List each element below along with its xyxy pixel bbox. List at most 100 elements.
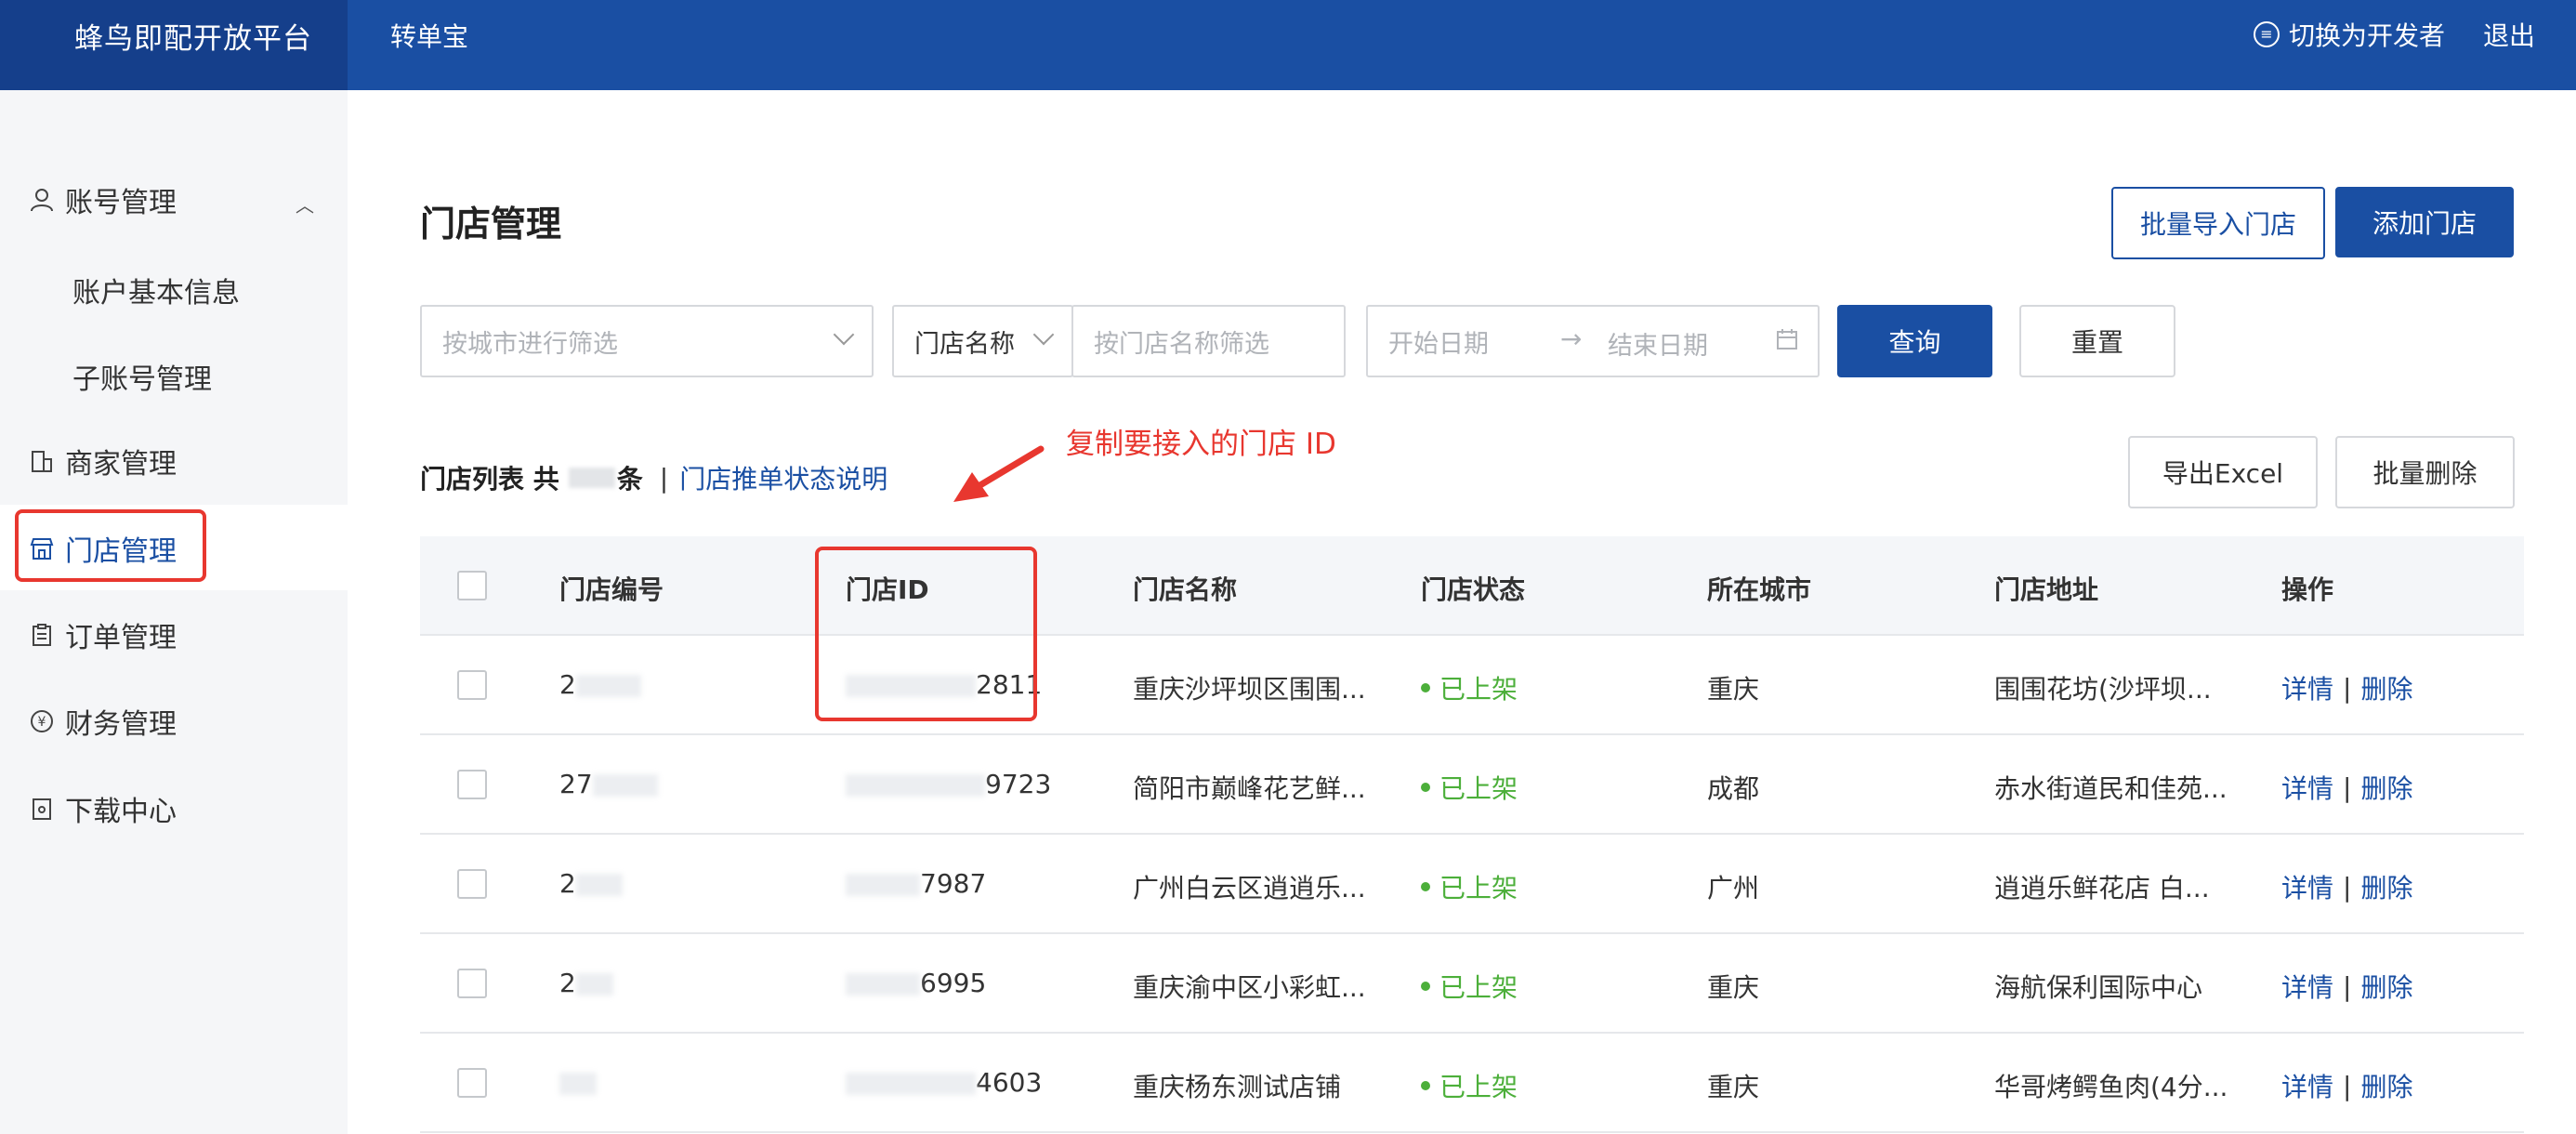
- city-filter-placeholder: 按城市进行筛选: [442, 329, 618, 359]
- store-id-cell[interactable]: 4603: [846, 1067, 1042, 1098]
- store-name-input[interactable]: 按门店名称筛选: [1071, 305, 1346, 377]
- status-dot-icon: [1421, 683, 1430, 692]
- download-icon: [28, 795, 56, 823]
- push-status-help-link[interactable]: 门店推单状态说明: [679, 459, 887, 496]
- top-header: 蜂鸟即配开放平台 转单宝 ≡ 切换为开发者 退出: [0, 0, 2576, 90]
- chevron-up-icon[interactable]: ︿: [296, 191, 314, 218]
- row-actions: 详情 | 删除: [2281, 1067, 2412, 1104]
- delete-link[interactable]: 删除: [2360, 968, 2412, 1005]
- table-row: 2 6995 重庆渝中区小彩虹... 已上架 重庆 海航保利国际中心 详情 | …: [420, 934, 2524, 1034]
- store-name-cell: 简阳市巅峰花艺鲜...: [1133, 773, 1366, 804]
- row-checkbox[interactable]: [457, 670, 487, 700]
- switch-developer-label: 切换为开发者: [2289, 20, 2446, 51]
- chevron-down-icon: [1032, 323, 1055, 346]
- store-id-cell[interactable]: 9723: [846, 769, 1051, 799]
- store-icon: [28, 534, 56, 562]
- store-code-cell: 2: [559, 968, 613, 998]
- store-code-visible: 2: [559, 868, 576, 899]
- export-excel-button[interactable]: 导出Excel: [2128, 436, 2318, 508]
- store-status-cell: 已上架: [1421, 1067, 1518, 1104]
- reset-button[interactable]: 重置: [2019, 305, 2175, 377]
- status-label: 已上架: [1439, 773, 1518, 804]
- store-id-cell[interactable]: 7987: [846, 868, 986, 899]
- store-id-visible: 4603: [976, 1067, 1043, 1098]
- yen-icon: ¥: [28, 707, 56, 735]
- store-code-visible: 27: [559, 769, 593, 799]
- redacted-count: [568, 468, 615, 488]
- select-all-checkbox[interactable]: [457, 571, 487, 600]
- detail-link[interactable]: 详情: [2281, 769, 2333, 806]
- add-store-button[interactable]: 添加门店: [2335, 187, 2514, 257]
- delete-link[interactable]: 删除: [2360, 669, 2412, 706]
- column-header-name: 门店名称: [1133, 574, 1238, 605]
- city-filter-select[interactable]: 按城市进行筛选: [420, 305, 874, 377]
- sidebar-item-finance[interactable]: ¥ 财务管理: [28, 693, 177, 749]
- store-city-cell: 重庆: [1707, 674, 1760, 705]
- list-count-suffix: 条: [616, 464, 643, 494]
- date-range-picker[interactable]: 开始日期 → 结束日期: [1366, 305, 1820, 377]
- store-name-cell: 重庆杨东测试店铺: [1133, 1072, 1342, 1102]
- detail-link[interactable]: 详情: [2281, 868, 2333, 905]
- store-id-cell[interactable]: 6995: [846, 968, 986, 998]
- store-id-visible: 6995: [920, 968, 987, 998]
- action-separator: |: [2343, 771, 2352, 803]
- action-separator: |: [2343, 1070, 2352, 1101]
- detail-link[interactable]: 详情: [2281, 968, 2333, 1005]
- row-actions: 详情 | 删除: [2281, 968, 2412, 1005]
- row-checkbox[interactable]: [457, 969, 487, 998]
- query-button[interactable]: 查询: [1837, 305, 1992, 377]
- row-checkbox[interactable]: [457, 869, 487, 899]
- store-code-cell: [559, 1067, 597, 1098]
- store-status-cell: 已上架: [1421, 769, 1518, 806]
- sidebar-item-sub-accounts[interactable]: 子账号管理: [72, 356, 212, 397]
- action-separator: |: [2343, 970, 2352, 1002]
- store-code-cell: 2: [559, 868, 623, 899]
- column-header-actions: 操作: [2281, 574, 2334, 605]
- status-dot-icon: [1421, 982, 1430, 991]
- redacted-id: [846, 973, 920, 996]
- store-name-cell: 重庆渝中区小彩虹...: [1133, 972, 1366, 1003]
- nav-item-zhuandanbao[interactable]: 转单宝: [390, 17, 468, 54]
- user-icon: [28, 186, 56, 214]
- switch-developer-button[interactable]: ≡ 切换为开发者: [2254, 16, 2445, 53]
- sidebar-item-label: 商家管理: [65, 448, 177, 481]
- store-address-cell: 华哥烤鳄鱼肉(4分...: [1994, 1072, 2228, 1102]
- store-name-cell: 广州白云区逍逍乐...: [1133, 873, 1366, 903]
- store-address-cell: 赤水街道民和佳苑...: [1994, 773, 2228, 804]
- status-label: 已上架: [1439, 674, 1518, 705]
- list-count-prefix: 门店列表 共: [420, 464, 559, 494]
- row-checkbox[interactable]: [457, 1068, 487, 1098]
- detail-link[interactable]: 详情: [2281, 669, 2333, 706]
- sidebar-item-label: 门店管理: [65, 535, 177, 568]
- sidebar-item-label: 下载中心: [65, 796, 177, 828]
- sidebar-item-account[interactable]: 账号管理: [28, 172, 177, 228]
- store-id-visible: 7987: [920, 868, 987, 899]
- page-title: 门店管理: [420, 204, 562, 244]
- redacted-id: [846, 1073, 976, 1095]
- sidebar-item-downloads[interactable]: 下载中心: [28, 781, 177, 837]
- list-separator: |: [659, 462, 669, 494]
- status-dot-icon: [1421, 1081, 1430, 1090]
- store-name-cell: 重庆沙坪坝区围围...: [1133, 674, 1366, 705]
- brand-title[interactable]: 蜂鸟即配开放平台: [74, 15, 312, 57]
- sidebar-item-merchants[interactable]: 商家管理: [28, 433, 177, 489]
- sidebar-item-stores[interactable]: 门店管理: [28, 521, 177, 576]
- store-city-cell: 重庆: [1707, 972, 1760, 1003]
- name-type-select[interactable]: 门店名称: [892, 305, 1073, 377]
- sidebar-item-account-info[interactable]: 账户基本信息: [72, 270, 240, 310]
- logout-button[interactable]: 退出: [2483, 16, 2535, 53]
- store-city-cell: 重庆: [1707, 1072, 1760, 1102]
- delete-link[interactable]: 删除: [2360, 1067, 2412, 1104]
- sidebar-item-orders[interactable]: 订单管理: [28, 607, 177, 663]
- store-code-cell: 27: [559, 769, 658, 799]
- store-code-cell: 2: [559, 669, 641, 700]
- delete-link[interactable]: 删除: [2360, 868, 2412, 905]
- detail-link[interactable]: 详情: [2281, 1067, 2333, 1104]
- delete-link[interactable]: 删除: [2360, 769, 2412, 806]
- status-dot-icon: [1421, 783, 1430, 792]
- redacted-code: [575, 874, 623, 896]
- batch-import-stores-button[interactable]: 批量导入门店: [2111, 187, 2325, 259]
- row-checkbox[interactable]: [457, 770, 487, 799]
- status-label: 已上架: [1439, 972, 1518, 1003]
- batch-delete-button[interactable]: 批量删除: [2335, 436, 2515, 508]
